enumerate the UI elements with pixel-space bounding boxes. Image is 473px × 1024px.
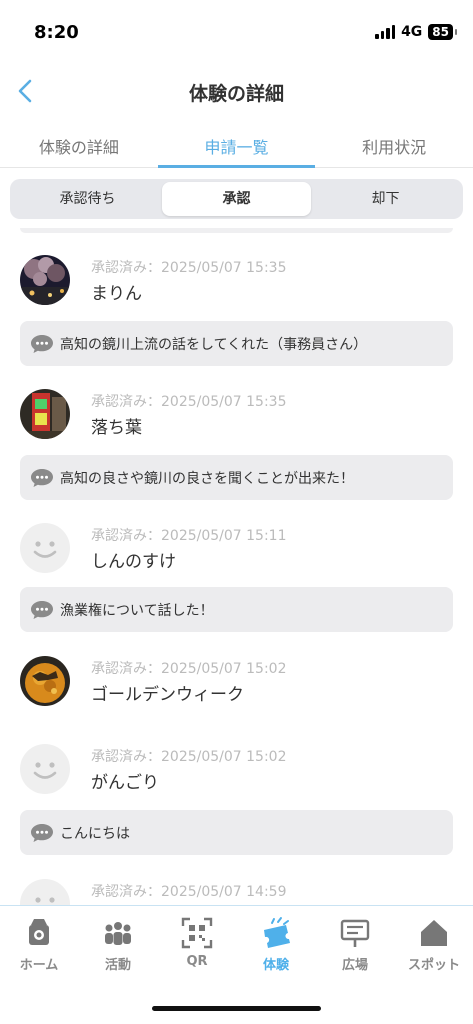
approval-status: 承認済み：2025/05/07 15:35 — [91, 260, 287, 276]
application-list[interactable]: 承認済み：2025/05/07 15:35 まりん 高知の鏡川上流の話をしてくれ… — [0, 228, 473, 905]
nav-plaza[interactable]: 広場 — [316, 916, 394, 973]
user-name: がんごり — [91, 773, 159, 793]
user-name: 落ち葉 — [91, 418, 142, 438]
comment-bubble: 漁業権について話した！ — [20, 587, 453, 632]
house-icon — [421, 920, 447, 946]
page-title: 体験の詳細 — [188, 83, 284, 105]
ticket-icon — [264, 917, 290, 948]
nav-home[interactable]: ホーム — [0, 916, 78, 973]
approval-status: 承認済み：2025/05/07 14:59 — [91, 884, 287, 900]
nav-label: 広場 — [341, 958, 368, 973]
status-indicators: 4G 85 — [375, 24, 457, 40]
status-segmented-control: 承認待ち 承認 却下 — [10, 179, 463, 219]
nav-header: 体験の詳細 — [0, 66, 473, 116]
comment-text: 高知の良さや鏡川の良さを聞くことが出来た！ — [60, 470, 354, 487]
battery-icon: 85 — [428, 24, 457, 40]
nav-label: QR — [186, 954, 208, 969]
user-name: しんのすけ — [91, 552, 176, 572]
comment-text: 漁業権について話した！ — [60, 602, 214, 619]
speech-bubble-icon — [31, 334, 53, 353]
qr-scan-icon — [181, 917, 213, 949]
nav-label: 活動 — [104, 958, 131, 973]
status-time: 8:20 — [34, 22, 79, 43]
list-item[interactable]: 承認済み：2025/05/07 15:02 ゴールデンウィーク — [20, 656, 453, 708]
default-avatar-icon — [20, 879, 70, 905]
segment-rejected[interactable]: 却下 — [311, 182, 460, 216]
previous-card-edge — [20, 228, 453, 233]
nav-label: 体験 — [262, 958, 289, 973]
speech-bubble-icon — [31, 823, 53, 842]
approval-status: 承認済み：2025/05/07 15:02 — [91, 749, 287, 765]
nav-activity[interactable]: 活動 — [79, 916, 157, 973]
comment-text: こんにちは — [60, 825, 130, 842]
tab-usage-status[interactable]: 利用状況 — [315, 126, 473, 167]
comment-bubble: こんにちは — [20, 810, 453, 855]
approval-status: 承認済み：2025/05/07 15:02 — [91, 661, 287, 677]
list-item[interactable]: 承認済み：2025/05/07 14:59 — [20, 879, 453, 905]
signal-icon — [375, 25, 396, 39]
speech-bubble-icon — [31, 600, 53, 619]
approval-status: 承認済み：2025/05/07 15:11 — [91, 528, 287, 544]
tab-application-list[interactable]: 申請一覧 — [157, 126, 316, 168]
nav-spot[interactable]: スポット — [395, 916, 473, 973]
list-item[interactable]: 承認済み：2025/05/07 15:11 しんのすけ — [20, 523, 453, 575]
default-avatar-icon — [20, 523, 70, 573]
comment-bubble: 高知の良さや鏡川の良さを聞くことが出来た！ — [20, 455, 453, 500]
network-type: 4G — [401, 24, 423, 40]
home-indicator — [152, 1006, 321, 1011]
segment-approved[interactable]: 承認 — [162, 182, 311, 216]
people-icon — [105, 922, 131, 945]
default-avatar-icon — [20, 744, 70, 794]
list-item[interactable]: 承認済み：2025/05/07 15:35 落ち葉 — [20, 389, 453, 441]
home-camera-icon — [29, 919, 49, 945]
avatar — [20, 389, 70, 439]
approval-status: 承認済み：2025/05/07 15:35 — [91, 394, 287, 410]
nav-experience[interactable]: 体験 — [237, 916, 315, 973]
list-item[interactable]: 承認済み：2025/05/07 15:02 がんごり — [20, 744, 453, 796]
top-tabs: 体験の詳細 申請一覧 利用状況 — [0, 126, 473, 168]
segment-pending[interactable]: 承認待ち — [13, 182, 162, 216]
tab-experience-details[interactable]: 体験の詳細 — [0, 126, 158, 167]
comment-bubble: 高知の鏡川上流の話をしてくれた（事務員さん） — [20, 321, 453, 366]
nav-label: スポット — [407, 958, 460, 973]
signboard-icon — [340, 919, 370, 947]
status-bar: 8:20 4G 85 — [0, 0, 473, 60]
user-name: まりん — [91, 284, 142, 304]
nav-qr[interactable]: QR — [158, 916, 236, 969]
speech-bubble-icon — [31, 468, 53, 487]
list-item[interactable]: 承認済み：2025/05/07 15:35 まりん — [20, 255, 453, 307]
comment-text: 高知の鏡川上流の話をしてくれた（事務員さん） — [60, 336, 368, 353]
user-name: ゴールデンウィーク — [91, 685, 244, 705]
avatar — [20, 255, 70, 305]
nav-label: ホーム — [19, 958, 59, 973]
avatar — [20, 656, 70, 706]
